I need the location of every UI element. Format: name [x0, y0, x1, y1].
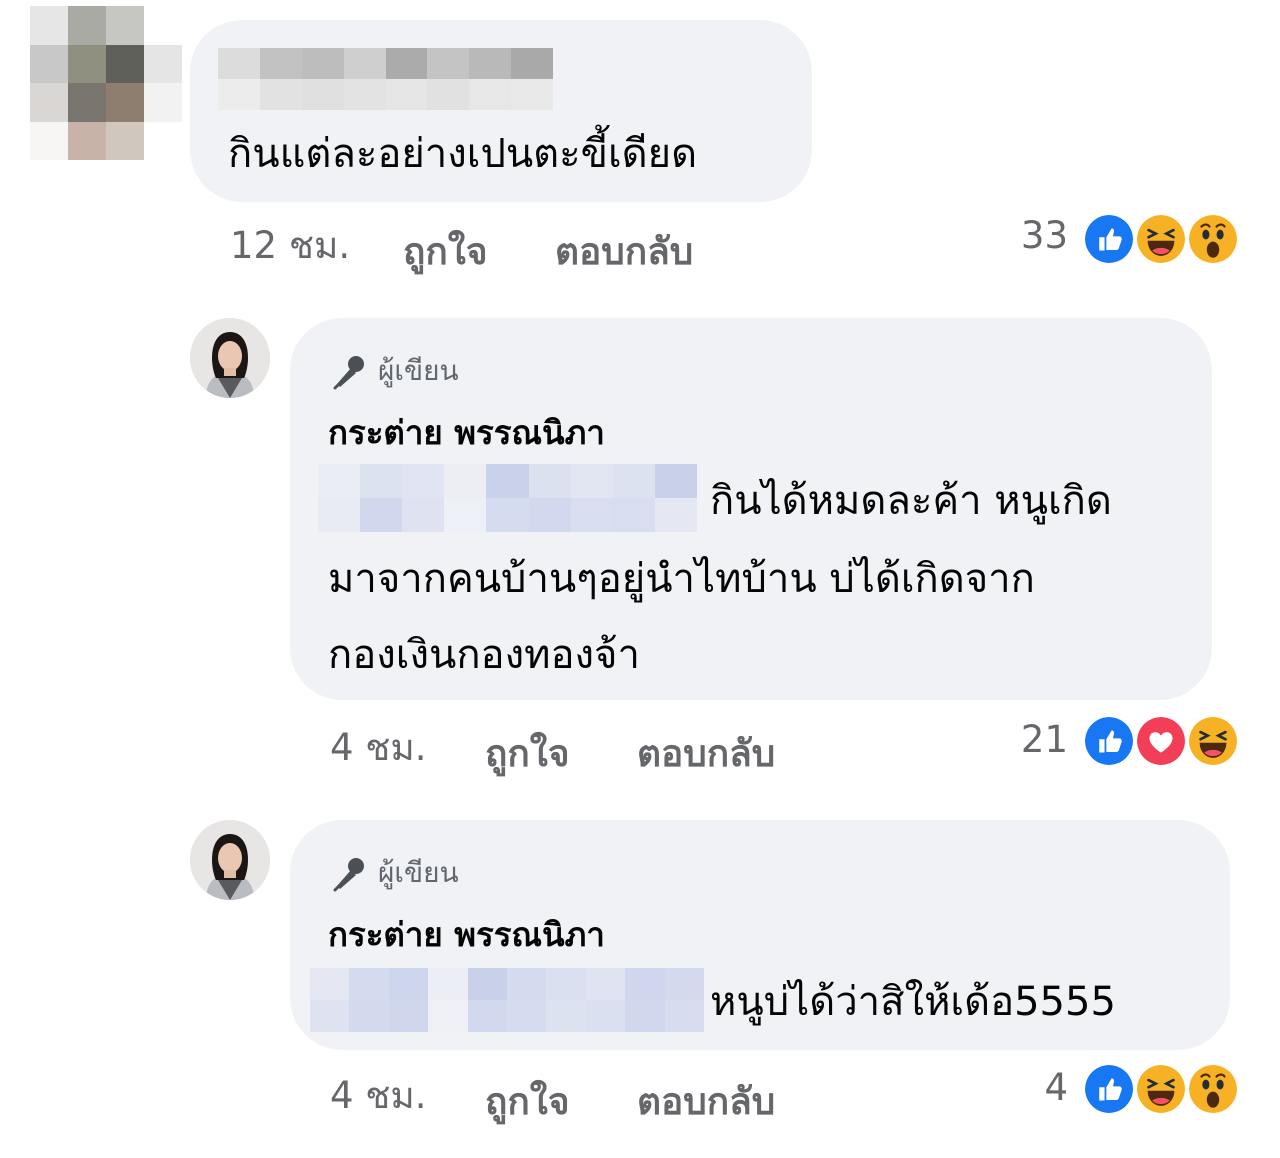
author-avatar[interactable]	[190, 820, 270, 900]
blurred-avatar	[30, 6, 182, 160]
comment-timestamp[interactable]: 12 ชม.	[230, 216, 350, 275]
like-icon	[1082, 1062, 1136, 1116]
like-icon	[1082, 714, 1136, 768]
microphone-icon	[333, 356, 364, 390]
like-button[interactable]: ถูกใจ	[403, 222, 488, 281]
comment-timestamp[interactable]: 4 ชม.	[330, 1066, 427, 1125]
reaction-count[interactable]: 21	[1006, 718, 1068, 761]
comment-text: หนูบ่ได้ว่าสิให้เด้อ5555	[710, 979, 1116, 1025]
blurred-commenter-name	[218, 48, 553, 110]
reply-button[interactable]: ตอบกลับ	[637, 1072, 775, 1131]
reaction-count[interactable]: 4	[1006, 1066, 1068, 1109]
author-avatar[interactable]	[190, 318, 270, 398]
comment-text: กินแต่ละอย่างเปนตะขี้เดียด	[228, 131, 698, 177]
like-button[interactable]: ถูกใจ	[485, 724, 570, 783]
author-badge-label: ผู้เขียน	[378, 354, 459, 387]
comment-text-line-3: กองเงินกองทองจ้า	[328, 632, 640, 678]
haha-icon	[1134, 1062, 1188, 1116]
blurred-mention	[318, 464, 697, 532]
author-badge: ผู้เขียน	[330, 349, 459, 393]
haha-icon	[1186, 714, 1240, 768]
reaction-icons[interactable]	[1082, 212, 1242, 268]
author-name[interactable]: กระต่าย พรรณนิภา	[328, 908, 605, 961]
reply-button[interactable]: ตอบกลับ	[555, 222, 693, 281]
haha-icon	[1134, 212, 1188, 266]
wow-icon	[1186, 212, 1240, 266]
author-badge-label: ผู้เขียน	[378, 856, 459, 889]
reaction-icons[interactable]	[1082, 714, 1242, 770]
comment-text-line-1: กินได้หมดละค้า หนูเกิด	[710, 478, 1112, 524]
blurred-mention	[310, 968, 704, 1032]
like-icon	[1082, 212, 1136, 266]
wow-icon	[1186, 1062, 1240, 1116]
microphone-icon	[333, 858, 364, 892]
comment-text-line-2: มาจากคนบ้านๆอยู่นำไทบ้าน บ่ได้เกิดจาก	[328, 556, 1035, 602]
reaction-icons[interactable]	[1082, 1062, 1242, 1118]
reply-button[interactable]: ตอบกลับ	[637, 724, 775, 783]
reaction-count[interactable]: 33	[1006, 214, 1068, 257]
author-name[interactable]: กระต่าย พรรณนิภา	[328, 406, 605, 459]
love-icon	[1134, 714, 1188, 768]
like-button[interactable]: ถูกใจ	[485, 1072, 570, 1131]
comment-timestamp[interactable]: 4 ชม.	[330, 718, 427, 777]
author-badge: ผู้เขียน	[330, 851, 459, 895]
